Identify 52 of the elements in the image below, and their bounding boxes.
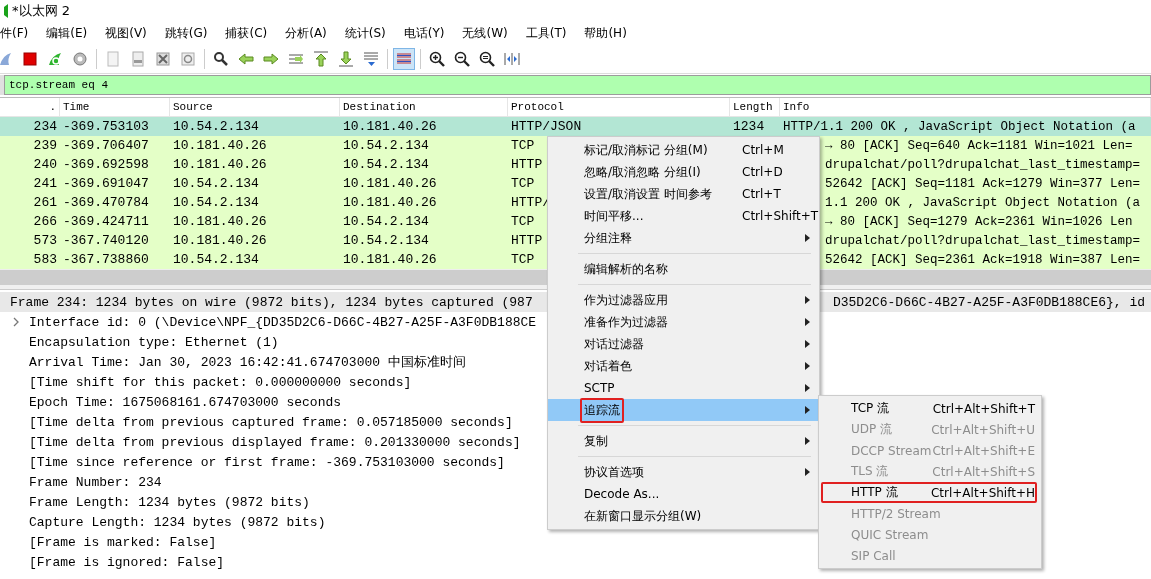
table-cell-text: 10.181.40.26 <box>342 176 438 191</box>
table-cell-text: 10.54.2.134 <box>172 252 260 267</box>
tree-item-text: D35D2C6-D66C-4B27-A25F-A3F0DB188CE6}, id <box>832 294 1145 310</box>
table-cell-text: -369.753103 <box>62 119 150 134</box>
table-cell-text: 241 <box>32 176 58 191</box>
table-cell-text: TCP <box>510 252 535 267</box>
table-cell-text: 10.54.2.134 <box>342 138 430 153</box>
table-cell-text: -369.470784 <box>62 195 150 210</box>
table-cell-text: TCP <box>510 138 535 153</box>
table-cell-text: drupalchat/poll?drupalchat_last_timestamp= <box>824 157 1142 172</box>
table-cell-text: HTTP <box>510 233 543 248</box>
table-cell-text: 261 <box>32 195 58 210</box>
tree-item-text: Frame 234: 1234 bytes on wire (9872 bits), 1234 bytes captured (987 <box>10 294 533 310</box>
table-cell-text: 10.181.40.26 <box>172 157 268 172</box>
table-cell-text: -367.740120 <box>62 233 150 248</box>
table-cell-text: drupalchat/poll?drupalchat_last_timestamp= <box>824 233 1142 248</box>
table-cell-text: 1.1 200 OK , JavaScript Object Notation (a <box>824 195 1142 210</box>
table-cell-text: -369.706407 <box>62 138 150 153</box>
table-cell-text: HTTP/JSON <box>510 119 582 134</box>
table-cell-text: HTTP <box>510 157 543 172</box>
table-cell-text: 583 <box>32 252 58 267</box>
table-cell-text: 10.181.40.26 <box>172 138 268 153</box>
table-cell-text: 10.181.40.26 <box>342 119 438 134</box>
table-cell-text: 10.54.2.134 <box>172 195 260 210</box>
table-cell-text: 10.54.2.134 <box>342 214 430 229</box>
table-cell-text: 239 <box>32 138 58 153</box>
table-cell-text: 10.54.2.134 <box>172 119 260 134</box>
table-cell-text: HTTP/ <box>510 195 550 210</box>
table-cell-text: 573 <box>32 233 58 248</box>
table-cell-text: TCP <box>510 176 535 191</box>
table-cell-text: → 80 [ACK] Seq=640 Ack=1181 Win=1021 Len= <box>824 138 1134 153</box>
table-cell-text: 10.181.40.26 <box>172 214 268 229</box>
table-cell-text: 10.54.2.134 <box>342 157 430 172</box>
table-cell-text: 10.181.40.26 <box>342 252 438 267</box>
table-cell-text: 10.181.40.26 <box>342 195 438 210</box>
window-title: *以太网 2 <box>12 2 70 20</box>
table-cell-text: -369.692598 <box>62 157 150 172</box>
table-cell-text: -369.424711 <box>62 214 150 229</box>
table-cell-text: HTTP/1.1 200 OK , JavaScript Object Notation (a <box>782 119 1137 134</box>
table-cell-text: 52642 [ACK] Seq=2361 Ack=1918 Win=387 Len= <box>824 252 1142 267</box>
table-cell-text: 10.54.2.134 <box>342 233 430 248</box>
table-cell-text: 10.54.2.134 <box>172 176 260 191</box>
table-cell-text: 266 <box>32 214 58 229</box>
table-cell-text: 10.181.40.26 <box>172 233 268 248</box>
table-cell-text: 1234 <box>732 119 766 134</box>
table-cell-text: → 80 [ACK] Seq=1279 Ack=2361 Win=1026 Len <box>824 214 1134 229</box>
table-cell-text: TCP <box>510 214 535 229</box>
table-cell-text: -369.691047 <box>62 176 150 191</box>
table-cell-text: 240 <box>32 157 58 172</box>
table-cell-text: 52642 [ACK] Seq=1181 Ack=1279 Win=377 Len= <box>824 176 1142 191</box>
table-cell-text: -367.738860 <box>62 252 150 267</box>
table-cell-text: 234 <box>32 119 58 134</box>
